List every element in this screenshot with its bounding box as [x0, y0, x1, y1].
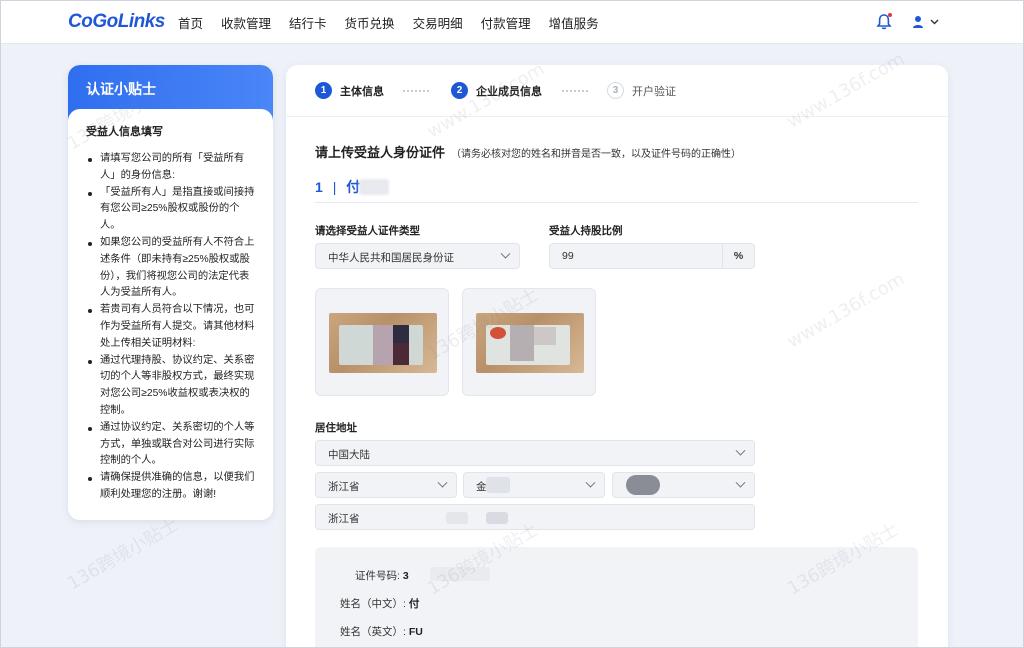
step-label: 企业成员信息 [476, 85, 542, 98]
id-card-front-image [329, 313, 437, 373]
step-number: 2 [451, 82, 468, 99]
nav-item-receipts[interactable]: 收款管理 [221, 13, 271, 32]
percent-unit: % [722, 244, 754, 268]
tips-subtitle: 受益人信息填写 [86, 126, 163, 138]
province-value: 浙江省 [328, 481, 360, 493]
chevron-down-icon [585, 477, 596, 488]
step-number: 3 [607, 82, 624, 99]
emblem-mark [490, 327, 506, 339]
brand-logo[interactable]: CoGoLinks [68, 11, 165, 33]
name-cn-label: 姓名（中文）: [340, 598, 406, 610]
main-nav: 首页 收款管理 结行卡 货币兑换 交易明细 付款管理 增值服务 [178, 0, 617, 44]
notification-dot [888, 13, 892, 17]
user-icon [913, 16, 923, 28]
progress-steps: 1 主体信息 2 企业成员信息 3 开户验证 [286, 65, 948, 117]
step-entity-info[interactable]: 1 主体信息 [315, 82, 384, 99]
tip-item: 请确保提供准确的信息，以便我们顺利处理您的注册。谢谢! [86, 470, 259, 504]
ratio-label: 受益人持股比例 [549, 225, 623, 237]
redacted-name [359, 179, 389, 195]
main-form-panel: 1 主体信息 2 企业成员信息 3 开户验证 请上传受益人身份证件 （请务必核对您… [286, 65, 948, 648]
ownership-ratio-input[interactable]: 99 % [549, 243, 755, 269]
name-cn-row: 姓名（中文）: 付 [340, 596, 419, 611]
step-label: 开户验证 [632, 85, 676, 98]
country-select[interactable]: 中国大陆 [315, 440, 755, 466]
upload-section-title: 请上传受益人身份证件 （请务必核对您的姓名和拼音是否一致，以及证件号码的正确性） [315, 142, 741, 161]
top-nav-bar: CoGoLinks 首页 收款管理 结行卡 货币兑换 交易明细 付款管理 增值服… [0, 0, 1024, 44]
section-divider [315, 202, 918, 203]
tips-body: 受益人信息填写 请填写您公司的所有「受益所有人」的身份信息: 「受益所有人」是指… [68, 109, 273, 520]
nav-item-currency-exchange[interactable]: 货币兑换 [345, 13, 395, 32]
redacted-address [486, 512, 508, 524]
step-label: 主体信息 [340, 85, 384, 98]
separator: | [332, 179, 337, 195]
id-type-value: 中华人民共和国居民身份证 [328, 252, 454, 264]
address-label: 居住地址 [315, 422, 357, 434]
step-connector [403, 90, 429, 92]
id-number-row: 证件号码: 3 [355, 568, 409, 583]
chevron-down-icon [437, 477, 448, 488]
address-detail-input[interactable]: 浙江省 [315, 504, 755, 530]
step-connector [562, 90, 588, 92]
country-value: 中国大陆 [328, 449, 370, 461]
chevron-down-icon [930, 19, 939, 25]
step-number: 1 [315, 82, 332, 99]
redacted-district [626, 475, 660, 495]
upload-note: （请务必核对您的姓名和拼音是否一致，以及证件号码的正确性） [451, 149, 742, 160]
name-en-row: 姓名（英文）: FU [340, 624, 423, 639]
id-type-label: 请选择受益人证件类型 [315, 225, 420, 237]
id-card-front-upload[interactable] [315, 288, 449, 396]
watermark: 136跨境小贴士 [63, 514, 183, 595]
redaction-block [393, 325, 409, 343]
redaction-block [373, 325, 393, 365]
city-value: 金 [476, 481, 487, 493]
id-number-value: 3 [402, 570, 409, 582]
id-number-label: 证件号码: [355, 570, 400, 582]
city-select[interactable]: 金 [463, 472, 605, 498]
nav-item-value-added[interactable]: 增值服务 [549, 13, 599, 32]
address-line-value: 浙江省 [328, 513, 360, 525]
beneficiary-index: 1 [315, 179, 323, 195]
redacted-city [486, 477, 510, 493]
name-cn-value: 付 [408, 598, 420, 610]
tip-item: 若贵司有人员符合以下情况，也可作为受益所有人提交。请其他材料处上传相关证明材料: [86, 302, 259, 352]
redaction-block [393, 343, 409, 365]
step-account-verification[interactable]: 3 开户验证 [607, 82, 676, 99]
tip-item: 通过协议约定、关系密切的个人等方式，单独或联合对公司进行实际控制的个人。 [86, 420, 259, 470]
nav-item-settlement-card[interactable]: 结行卡 [289, 13, 327, 32]
name-en-label: 姓名（英文）: [340, 626, 406, 638]
page-title: 请上传受益人身份证件 [315, 145, 446, 160]
name-en-value: FU [408, 626, 423, 638]
id-card-back-upload[interactable] [462, 288, 596, 396]
chevron-down-icon [735, 445, 746, 456]
user-menu[interactable] [912, 13, 948, 31]
nav-item-payments[interactable]: 付款管理 [481, 13, 531, 32]
tips-card: 认证小贴士 受益人信息填写 请填写您公司的所有「受益所有人」的身份信息: 「受益… [68, 65, 273, 520]
step-member-info[interactable]: 2 企业成员信息 [451, 82, 542, 99]
redacted-id-number [430, 567, 490, 581]
chevron-down-icon [500, 248, 511, 259]
tip-item: 「受益所有人」是指直接或间接持有您公司≥25%股权或股份的个人。 [86, 185, 259, 235]
redaction-block [510, 325, 534, 361]
tips-list: 请填写您公司的所有「受益所有人」的身份信息: 「受益所有人」是指直接或间接持有您… [86, 151, 259, 504]
ratio-value: 99 [562, 250, 574, 262]
redaction-block [534, 327, 556, 345]
nav-item-transactions[interactable]: 交易明细 [413, 13, 463, 32]
tip-item: 通过代理持股、协议约定、关系密切的个人等非股权方式，最终实现对您公司≥25%收益… [86, 353, 259, 420]
province-select[interactable]: 浙江省 [315, 472, 457, 498]
id-type-select[interactable]: 中华人民共和国居民身份证 [315, 243, 520, 269]
recognized-info-box: 证件号码: 3 姓名（中文）: 付 姓名（英文）: FU [315, 547, 918, 648]
nav-item-home[interactable]: 首页 [178, 13, 203, 32]
beneficiary-tag: 1 | 付 [315, 177, 360, 197]
redacted-address [446, 512, 468, 524]
id-card-back-image [476, 313, 584, 373]
tip-item: 请填写您公司的所有「受益所有人」的身份信息: [86, 151, 259, 185]
tip-item: 如果您公司的受益所有人不符合上述条件（即未持有≥25%股权或股份），我们将视您公… [86, 235, 259, 302]
chevron-down-icon [735, 477, 746, 488]
